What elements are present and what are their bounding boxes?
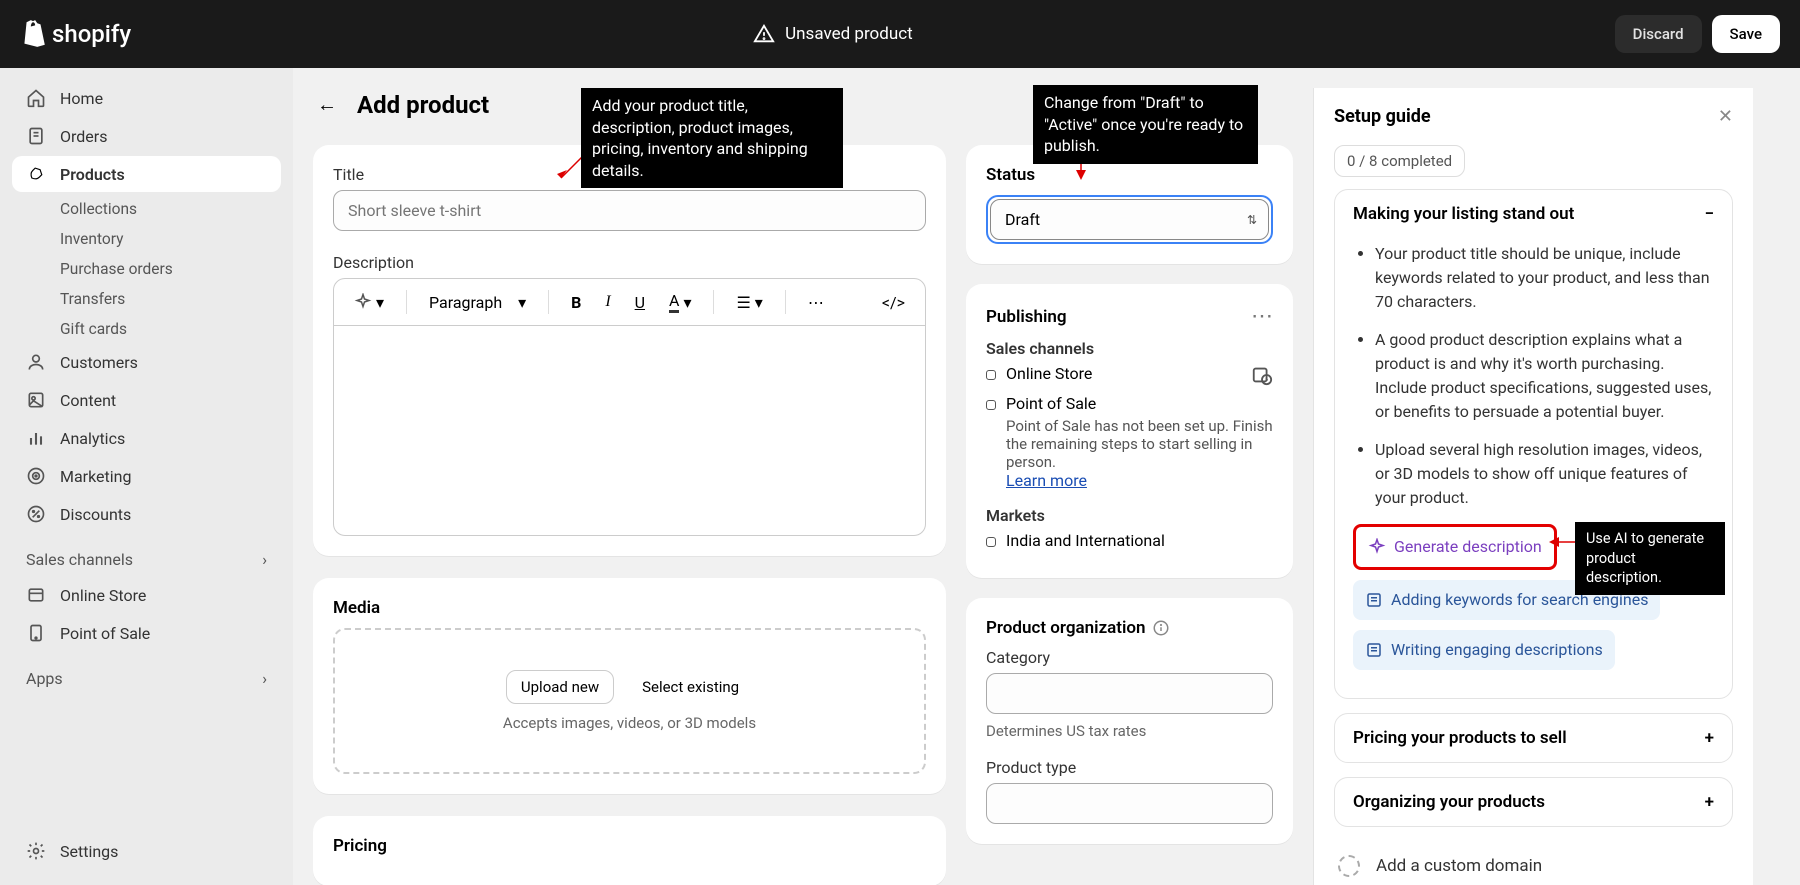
sidebar: Home Orders Products Collections Invento…: [0, 68, 293, 885]
annotation-ai-description: Use AI to generate product description.: [1575, 522, 1725, 595]
channel-online-store: Online Store: [1006, 364, 1241, 383]
nav-apps-header[interactable]: Apps›: [12, 661, 281, 696]
setup-progress: 0 / 8 completed: [1334, 145, 1465, 177]
channel-point-of-sale: Point of Sale: [1006, 394, 1273, 413]
media-dropzone[interactable]: Upload new Select existing Accepts image…: [333, 628, 926, 774]
schedule-icon[interactable]: [1251, 364, 1273, 386]
market-india-intl: India and International: [1006, 531, 1165, 550]
info-icon[interactable]: [1152, 619, 1170, 637]
nav-discounts[interactable]: Discounts: [12, 496, 281, 532]
chevron-right-icon: ›: [262, 550, 267, 569]
warning-icon: [753, 23, 775, 45]
status-title: Status: [986, 165, 1273, 185]
tip-media: Upload several high resolution images, v…: [1375, 438, 1714, 510]
generate-description-chip[interactable]: Generate description: [1353, 524, 1557, 570]
code-view-button[interactable]: </>: [874, 289, 913, 316]
select-existing-button[interactable]: Select existing: [628, 670, 753, 704]
tip-description: A good product description explains what…: [1375, 328, 1714, 424]
annotation-product-details: Add your product title, description, pro…: [581, 88, 843, 188]
editor-toolbar: ▾ Paragraph ▾ B I U A ▾ ☰ ▾: [333, 278, 926, 326]
nav-online-store[interactable]: Online Store: [12, 577, 281, 613]
category-label: Category: [986, 648, 1273, 667]
discard-button[interactable]: Discard: [1615, 15, 1702, 53]
description-editor[interactable]: [333, 326, 926, 536]
unsaved-label: Unsaved product: [785, 24, 913, 44]
annotation-status: Change from "Draft" to "Active" once you…: [1033, 85, 1258, 164]
pos-help: Point of Sale has not been set up. Finis…: [1006, 417, 1273, 471]
title-description-card: Title Description ▾ Paragraph ▾ B I U: [313, 145, 946, 556]
bold-button[interactable]: B: [563, 289, 589, 316]
sales-channels-label: Sales channels: [986, 339, 1273, 358]
media-title: Media: [333, 598, 926, 618]
chevron-right-icon: ›: [262, 669, 267, 688]
media-card: Media Upload new Select existing Accepts…: [313, 578, 946, 794]
nav-point-of-sale[interactable]: Point of Sale: [12, 615, 281, 651]
page-title: Add product: [357, 91, 489, 119]
setup-guide-title: Setup guide: [1334, 106, 1431, 127]
nav-home[interactable]: Home: [12, 80, 281, 116]
back-arrow[interactable]: ←: [313, 88, 341, 121]
setup-guide-panel: Setup guide ✕ 0 / 8 completed Making you…: [1313, 88, 1753, 885]
nav-orders[interactable]: Orders: [12, 118, 281, 154]
text-color-button[interactable]: A ▾: [661, 287, 699, 317]
step-circle-icon: [1338, 855, 1360, 877]
publishing-card: Publishing ⋯ Sales channels Online Store…: [966, 284, 1293, 578]
title-input[interactable]: [333, 190, 926, 231]
publishing-more-button[interactable]: ⋯: [1251, 304, 1273, 329]
accordion-listing-header[interactable]: Making your listing stand out−: [1335, 190, 1732, 238]
paragraph-dropdown[interactable]: Paragraph ▾: [421, 289, 534, 316]
product-type-input[interactable]: [986, 783, 1273, 824]
description-label: Description: [333, 253, 926, 272]
more-formatting-button[interactable]: ⋯: [800, 289, 832, 316]
nav-customers[interactable]: Customers: [12, 344, 281, 380]
nav-settings[interactable]: Settings: [12, 833, 281, 869]
nav-marketing[interactable]: Marketing: [12, 458, 281, 494]
nav-transfers[interactable]: Transfers: [12, 284, 281, 314]
close-icon[interactable]: ✕: [1718, 106, 1733, 127]
org-title: Product organization: [986, 618, 1146, 638]
product-organization-card: Product organization Category Determines…: [966, 598, 1293, 844]
nav-gift-cards[interactable]: Gift cards: [12, 314, 281, 344]
nav-sales-channels-header[interactable]: Sales channels›: [12, 542, 281, 577]
align-button[interactable]: ☰ ▾: [728, 289, 770, 316]
category-help: Determines US tax rates: [986, 722, 1273, 740]
plus-icon: +: [1705, 728, 1714, 748]
pricing-title: Pricing: [333, 836, 926, 856]
accordion-listing: Making your listing stand out− Your prod…: [1334, 189, 1733, 699]
category-input[interactable]: [986, 673, 1273, 714]
nav-content[interactable]: Content: [12, 382, 281, 418]
publishing-title: Publishing: [986, 307, 1067, 327]
underline-button[interactable]: U: [627, 289, 653, 316]
minus-icon: −: [1705, 204, 1715, 224]
nav-analytics[interactable]: Analytics: [12, 420, 281, 456]
markets-label: Markets: [986, 506, 1273, 525]
tip-title: Your product title should be unique, inc…: [1375, 242, 1714, 314]
nav-products[interactable]: Products: [12, 156, 281, 192]
nav-collections[interactable]: Collections: [12, 194, 281, 224]
pricing-card: Pricing: [313, 816, 946, 885]
ai-magic-button[interactable]: ▾: [346, 289, 392, 316]
setup-custom-domain[interactable]: Add a custom domain: [1334, 841, 1733, 885]
writing-chip[interactable]: Writing engaging descriptions: [1353, 630, 1615, 670]
save-button[interactable]: Save: [1712, 15, 1780, 53]
status-select[interactable]: Draft: [990, 199, 1269, 240]
nav-purchase-orders[interactable]: Purchase orders: [12, 254, 281, 284]
nav-inventory[interactable]: Inventory: [12, 224, 281, 254]
plus-icon: +: [1705, 792, 1714, 812]
learn-more-link[interactable]: Learn more: [1006, 471, 1087, 490]
accordion-organizing-header[interactable]: Organizing your products+: [1335, 778, 1732, 826]
italic-button[interactable]: I: [597, 289, 618, 315]
accordion-pricing-header[interactable]: Pricing your products to sell+: [1335, 714, 1732, 762]
product-type-label: Product type: [986, 758, 1273, 777]
media-help: Accepts images, videos, or 3D models: [355, 714, 904, 732]
upload-new-button[interactable]: Upload new: [506, 670, 614, 704]
